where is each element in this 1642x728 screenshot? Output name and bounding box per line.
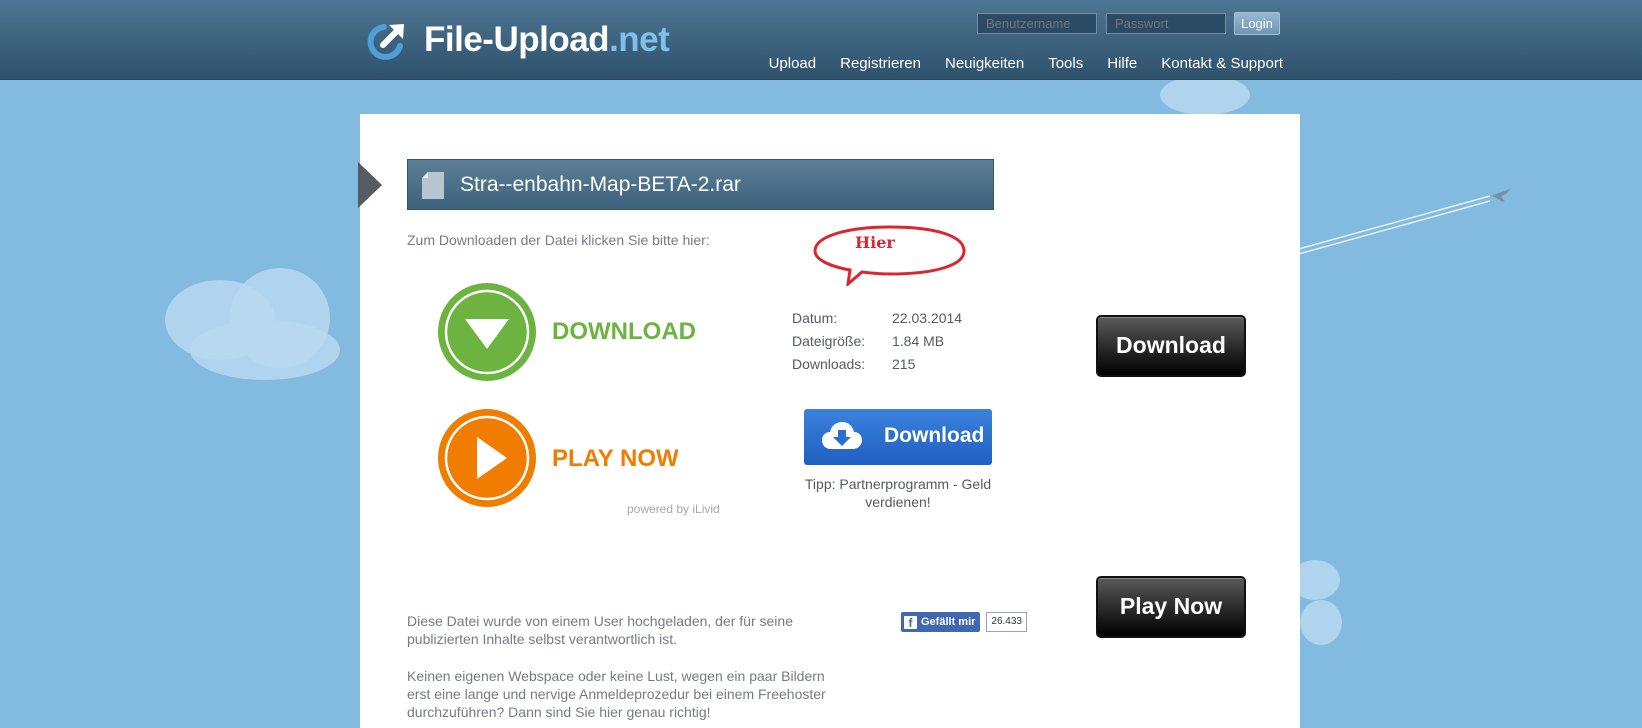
ad-play-link[interactable]: PLAY NOW xyxy=(437,408,697,508)
facebook-like-button[interactable]: f Gefällt mir xyxy=(901,612,981,632)
hier-annotation: Hier xyxy=(812,224,968,286)
ad-download-label: DOWNLOAD xyxy=(552,318,696,345)
facebook-like-widget: f Gefällt mir 26.433 xyxy=(901,612,1027,632)
file-title-bar: Stra--enbahn-Map-BETA-2.rar xyxy=(407,159,994,210)
username-input[interactable] xyxy=(977,13,1097,34)
download-instruction: Zum Downloaden der Datei klicken Sie bit… xyxy=(407,232,710,248)
ad-download-link[interactable]: DOWNLOAD xyxy=(437,282,697,382)
facebook-like-label: Gefällt mir xyxy=(921,616,976,628)
nav-kontakt-support[interactable]: Kontakt & Support xyxy=(1161,55,1283,73)
nav-neuigkeiten[interactable]: Neuigkeiten xyxy=(945,55,1024,73)
blue-download-button[interactable]: Download xyxy=(804,409,992,465)
facebook-like-count: 26.433 xyxy=(986,612,1027,632)
content-panel: Stra--enbahn-Map-BETA-2.rar Zum Download… xyxy=(358,114,1300,728)
file-title: Stra--enbahn-Map-BETA-2.rar xyxy=(460,173,741,196)
meta-date-label: Datum: xyxy=(792,310,838,326)
nav-hilfe[interactable]: Hilfe xyxy=(1107,55,1137,73)
logo-text: File-Upload.net xyxy=(424,20,670,59)
nav-tools[interactable]: Tools xyxy=(1048,55,1083,73)
site-header: File-Upload.net Login Upload Registriere… xyxy=(0,0,1642,80)
disclaimer-text: Diese Datei wurde von einem User hochgel… xyxy=(407,613,793,647)
blue-download-label: Download xyxy=(884,424,985,447)
black-download-button[interactable]: Download xyxy=(1096,315,1246,377)
cloud-download-icon xyxy=(822,422,862,449)
upload-arrow-logo-icon xyxy=(367,24,404,60)
meta-downloads-value: 215 xyxy=(892,356,916,372)
hier-label: Hier xyxy=(855,233,895,252)
ad-play-label: PLAY NOW xyxy=(552,445,679,472)
ribbon-marker xyxy=(358,162,382,208)
powered-by[interactable]: powered by iLivid xyxy=(627,502,720,516)
meta-date-value: 22.03.2014 xyxy=(892,310,963,326)
password-input[interactable] xyxy=(1106,13,1226,34)
file-icon xyxy=(422,172,444,199)
partner-tip[interactable]: Tipp: Partnerprogramm - Geld verdienen! xyxy=(800,475,996,511)
login-button[interactable]: Login xyxy=(1234,12,1280,35)
meta-downloads-label: Downloads: xyxy=(792,356,866,372)
meta-size-label: Dateigröße: xyxy=(792,333,866,349)
download-arrow-icon xyxy=(438,283,536,381)
airplane-contrail-icon xyxy=(1295,188,1511,256)
black-play-now-button[interactable]: Play Now xyxy=(1096,576,1246,638)
site-logo[interactable]: File-Upload.net xyxy=(364,15,670,65)
facebook-icon: f xyxy=(904,615,917,630)
meta-size-value: 1.84 MB xyxy=(892,333,945,349)
nav-registrieren[interactable]: Registrieren xyxy=(840,55,921,73)
main-nav: Upload Registrieren Neuigkeiten Tools Hi… xyxy=(745,55,1283,73)
promo-text: Keinen eigenen Webspace oder keine Lust,… xyxy=(407,668,826,720)
nav-upload[interactable]: Upload xyxy=(769,55,817,73)
play-icon xyxy=(438,409,536,507)
